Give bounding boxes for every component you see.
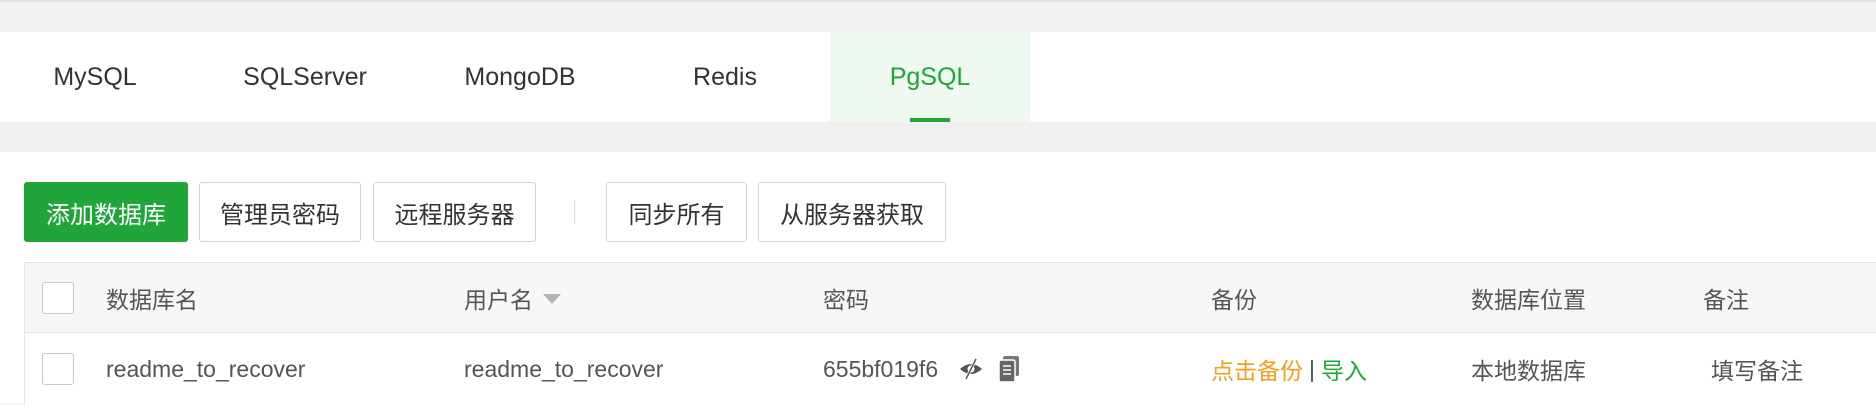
tab-mongodb[interactable]: MongoDB: [420, 32, 620, 122]
database-table: 数据库名 用户名 密码 备份 数据库位置 备注 readme_to_recove…: [24, 262, 1876, 405]
header-location: 数据库位置: [1471, 286, 1586, 313]
header-select-cell: [25, 263, 105, 332]
fetch-from-server-button[interactable]: 从服务器获取: [758, 182, 946, 242]
backup-link[interactable]: 点击备份: [1211, 352, 1303, 386]
header-backup: 备份: [1211, 286, 1257, 313]
backup-cell: 点击备份 | 导入: [1211, 333, 1367, 405]
backup-separator: |: [1309, 355, 1315, 382]
tab-pgsql[interactable]: PgSQL: [830, 32, 1030, 122]
password-value: 655bf019f6: [823, 355, 939, 382]
database-type-tabs: MySQL SQLServer MongoDB Redis PgSQL: [0, 32, 1876, 122]
select-all-checkbox[interactable]: [42, 281, 74, 314]
header-username[interactable]: 用户名: [464, 263, 561, 332]
row-checkbox[interactable]: [42, 353, 74, 385]
location-cell: 本地数据库: [1471, 358, 1586, 384]
tab-label: MySQL: [53, 62, 137, 91]
toolbar-divider: [574, 200, 575, 224]
header-note: 备注: [1703, 286, 1749, 313]
header-password: 密码: [823, 286, 869, 313]
tab-sqlserver[interactable]: SQLServer: [190, 32, 420, 122]
row-select-cell: [25, 333, 105, 405]
caret-down-icon: [543, 293, 561, 304]
password-cell: 655bf019f6: [823, 333, 1020, 405]
tab-mysql[interactable]: MySQL: [0, 32, 190, 122]
table-row: readme_to_recover readme_to_recover 655b…: [25, 333, 1876, 405]
sync-all-button[interactable]: 同步所有: [606, 182, 747, 242]
note-input[interactable]: 填写备注: [1711, 333, 1803, 405]
tab-label: MongoDB: [464, 62, 576, 91]
tab-redis[interactable]: Redis: [620, 32, 830, 122]
table-header: 数据库名 用户名 密码 备份 数据库位置 备注: [25, 263, 1876, 333]
import-link[interactable]: 导入: [1321, 352, 1367, 386]
tab-label: PgSQL: [889, 62, 971, 91]
header-username-label: 用户名: [464, 286, 533, 313]
copy-icon[interactable]: [998, 355, 1020, 383]
username-cell: readme_to_recover: [464, 355, 664, 382]
database-panel: 添加数据库 管理员密码 远程服务器 同步所有 从服务器获取 数据库名 用户名 密…: [0, 152, 1876, 405]
eye-slash-icon[interactable]: [958, 357, 984, 381]
header-db-name: 数据库名: [106, 286, 198, 313]
add-database-button[interactable]: 添加数据库: [24, 182, 188, 242]
remote-server-button[interactable]: 远程服务器: [373, 182, 536, 242]
tab-label: Redis: [693, 62, 757, 91]
db-name-cell: readme_to_recover: [106, 355, 306, 382]
section-gap: [0, 122, 1876, 152]
tab-label: SQLServer: [243, 62, 367, 91]
admin-password-button[interactable]: 管理员密码: [199, 182, 361, 242]
top-strip: [0, 0, 1876, 32]
